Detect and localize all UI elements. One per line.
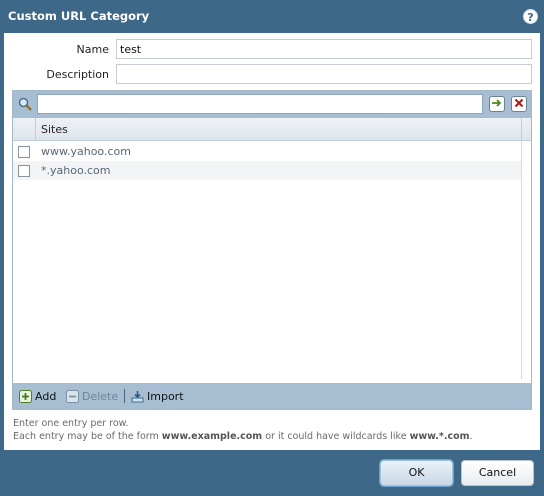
hint-line-2: Each entry may be of the form www.exampl… (13, 431, 473, 442)
row-checkbox[interactable] (18, 146, 30, 158)
import-label: Import (147, 389, 184, 403)
apply-filter-icon[interactable] (489, 96, 505, 112)
table-row[interactable]: www.yahoo.com (13, 142, 521, 161)
select-column-header[interactable] (13, 118, 36, 140)
description-input[interactable] (116, 64, 532, 84)
name-input[interactable] (116, 39, 532, 59)
row-checkbox[interactable] (18, 165, 30, 177)
description-label: Description (46, 68, 109, 81)
site-cell: www.yahoo.com (41, 145, 131, 158)
arrow-right-icon (492, 99, 502, 107)
close-icon (514, 98, 524, 108)
clear-filter-icon[interactable] (511, 96, 527, 112)
delete-button[interactable]: Delete (66, 388, 118, 404)
grid-divider (521, 141, 522, 379)
name-label: Name (76, 43, 109, 56)
footer-separator (124, 389, 125, 403)
minus-icon (66, 389, 79, 403)
table-row[interactable]: *.yahoo.com (13, 161, 521, 180)
add-button[interactable]: Add (19, 388, 56, 404)
hint-example: www.example.com (161, 431, 263, 442)
hint-line-1: Enter one entry per row. (13, 418, 129, 429)
delete-label: Delete (82, 389, 119, 403)
dialog-button-bar: OK Cancel (0, 450, 544, 496)
hint-text: Each entry may be of the form (13, 431, 162, 442)
hint-wildcard: www.*.com (409, 431, 470, 442)
grid-header: Sites (13, 118, 531, 141)
import-icon (131, 390, 144, 402)
site-cell: *.yahoo.com (41, 164, 111, 177)
dialog-body: Name Description Sites (4, 33, 540, 450)
grid-toolbar (13, 91, 531, 118)
help-icon[interactable]: ? (523, 9, 538, 24)
dialog-titlebar: Custom URL Category ? (0, 0, 544, 33)
cancel-button[interactable]: Cancel (461, 460, 534, 486)
ok-button[interactable]: OK (380, 460, 453, 486)
hint-text: . (469, 431, 473, 442)
header-spacer (521, 118, 531, 140)
grid-search-input[interactable] (37, 94, 483, 114)
sites-column-header[interactable]: Sites (41, 123, 68, 136)
add-label: Add (35, 389, 57, 403)
hint-text: or it could have wildcards like (262, 431, 410, 442)
plus-icon (19, 389, 32, 403)
grid-footer: Add Delete Import (13, 383, 531, 409)
dialog-title: Custom URL Category (8, 9, 150, 23)
search-icon (18, 97, 32, 111)
sites-grid: Sites www.yahoo.com *.yahoo.com Add Dele… (12, 90, 532, 410)
import-button[interactable]: Import (131, 388, 184, 404)
